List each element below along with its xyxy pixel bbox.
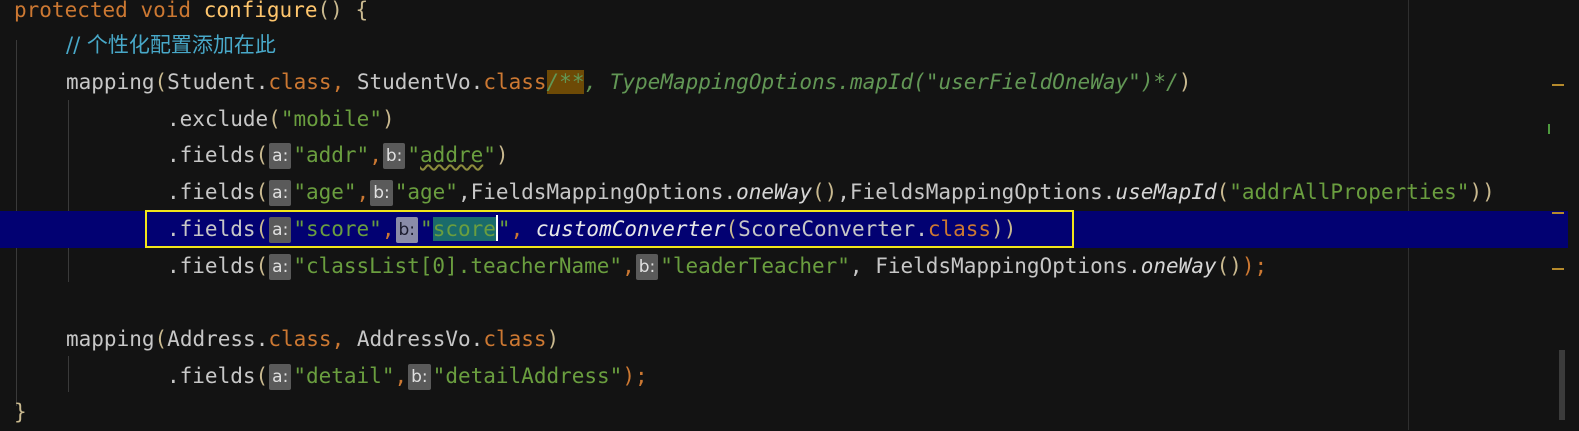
code-line-11[interactable]: .fields(a: "detail", b: "detailAddress"); (167, 358, 1579, 395)
paren: ( (1216, 180, 1230, 204)
highlight-box (145, 210, 1074, 248)
brace: } (14, 400, 27, 424)
statement-end: ); (1241, 254, 1268, 278)
doc-comment: , TypeMappingOptions.mapId("userFieldOne… (584, 70, 1179, 94)
param-hint-b[interactable]: b: (408, 364, 431, 390)
indent-guide (68, 100, 69, 282)
keyword: class (483, 70, 547, 94)
static-method: oneWay (1140, 254, 1217, 278)
string: "age" (293, 180, 357, 204)
paren: ( (255, 143, 269, 167)
code-line-6[interactable]: .fields(a: "age", b: "age",FieldsMappingOpt… (167, 174, 1579, 211)
call: mapping (66, 70, 155, 94)
keyword: class (268, 327, 332, 351)
paren: ( (268, 107, 281, 131)
call: mapping (66, 327, 155, 351)
class-name: Address (167, 327, 256, 351)
string: "addr" (293, 143, 370, 167)
paren: ( (255, 364, 269, 388)
code-line-10[interactable]: mapping(Address.class, AddressVo.class) (66, 321, 1579, 358)
paren: ) (495, 143, 509, 167)
param-hint-a[interactable]: a: (269, 180, 292, 206)
gutter-warning-marker[interactable] (1552, 212, 1564, 214)
param-hint-a[interactable]: a: (269, 143, 292, 169)
dot: . (470, 327, 484, 351)
param-hint-a[interactable]: a: (269, 254, 292, 280)
options-ref: , FieldsMappingOptions. (849, 254, 1141, 278)
paren: ) (381, 107, 395, 131)
code-line-3[interactable]: mapping(Student.class, StudentVo.class/*… (66, 64, 1579, 101)
indent-guide (68, 356, 69, 392)
string: "addrAllProperties" (1229, 180, 1470, 204)
code-line-4[interactable]: .exclude("mobile") (167, 101, 1579, 138)
method-call: .exclude (167, 107, 269, 131)
doc-comment-start: /** (546, 70, 585, 94)
param-hint-b[interactable]: b: (370, 180, 393, 206)
string: "leaderTeacher" (660, 254, 850, 278)
method-call: .fields (167, 143, 256, 167)
string: "classList[0].teacherName" (293, 254, 623, 278)
dot: . (255, 70, 269, 94)
string: "age" (394, 180, 458, 204)
code-line-2[interactable]: // 个性化配置添加在此 (66, 27, 1579, 64)
comma: , (369, 143, 382, 167)
paren: )) (1469, 180, 1495, 204)
brace: { (355, 0, 369, 22)
comment: // 个性化配置添加在此 (66, 33, 276, 57)
paren: ( (154, 70, 168, 94)
parens: () (811, 180, 838, 204)
string: "detailAddress" (432, 364, 623, 388)
statement-end: ); (622, 364, 648, 388)
string: "detail" (293, 364, 395, 388)
options-ref: ,FieldsMappingOptions. (837, 180, 1116, 204)
method-call: .fields (167, 254, 256, 278)
param-hint-a[interactable]: a: (269, 364, 292, 390)
quote: " (407, 143, 421, 167)
gutter-warning-marker[interactable] (1552, 84, 1564, 86)
dot: . (470, 70, 484, 94)
quote: " (483, 143, 496, 167)
string-typo-warning[interactable]: addre (420, 143, 483, 167)
comma: , (331, 70, 357, 94)
parens: () (317, 0, 343, 22)
method-call: .fields (167, 180, 256, 204)
keyword: class (483, 327, 547, 351)
scrollbar-thumb[interactable] (1559, 350, 1565, 420)
static-method: oneWay (736, 180, 812, 204)
class-name: AddressVo (356, 327, 471, 351)
keyword: class (268, 70, 332, 94)
comma: , (356, 180, 370, 204)
code-line-1[interactable]: protected void configure() { (14, 0, 1579, 29)
class-name: Student (167, 70, 256, 94)
string: "mobile" (280, 107, 382, 131)
comma: , (622, 254, 635, 278)
keyword: void (140, 0, 192, 22)
param-hint-b[interactable]: b: (635, 254, 659, 280)
static-method: useMapId (1115, 180, 1217, 204)
paren: ( (255, 180, 269, 204)
code-line-5[interactable]: .fields(a: "addr", b: "addre") (167, 137, 1579, 174)
paren: ( (154, 327, 168, 351)
keyword: protected (14, 0, 128, 22)
parens: () (1216, 254, 1242, 278)
comma: , (331, 327, 357, 351)
code-line-8[interactable]: .fields(a: "classList[0].teacherName", b: "… (167, 248, 1579, 285)
dot: . (255, 327, 269, 351)
method-call: .fields (167, 364, 256, 388)
comma: , (394, 364, 408, 388)
gutter-change-marker[interactable] (1548, 124, 1550, 134)
code-line-12[interactable]: } (14, 394, 1579, 431)
param-hint-b[interactable]: b: (382, 143, 406, 169)
paren: ) (1178, 70, 1192, 94)
paren: ) (546, 327, 560, 351)
code-editor[interactable]: protected void configure() { // 个性化配置添加在… (0, 0, 1579, 430)
paren: ( (255, 254, 269, 278)
class-name: StudentVo (356, 70, 471, 94)
gutter-warning-marker[interactable] (1552, 268, 1564, 270)
method-name: configure (203, 0, 318, 22)
options-ref: ,FieldsMappingOptions. (457, 180, 737, 204)
